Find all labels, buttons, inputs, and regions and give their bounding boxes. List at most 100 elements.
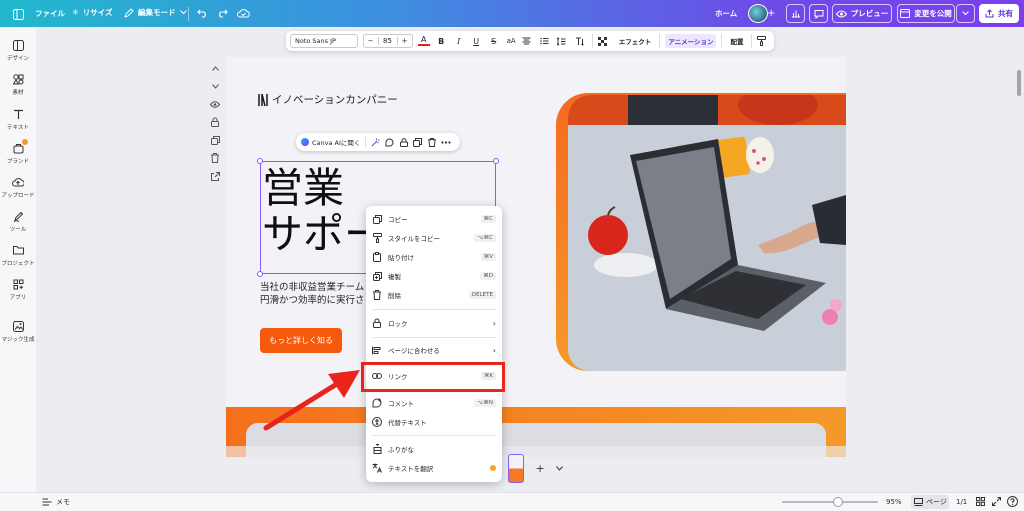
decrease-size-button[interactable]: − bbox=[364, 37, 378, 45]
sidebar-item-brand[interactable]: ブランド bbox=[0, 139, 36, 165]
comments-button[interactable] bbox=[809, 4, 828, 23]
eye-icon[interactable] bbox=[209, 98, 221, 110]
list-icon[interactable] bbox=[540, 37, 552, 45]
fullscreen-icon[interactable] bbox=[992, 497, 1001, 506]
bar-chart-icon bbox=[791, 9, 801, 18]
menu-item-fit-to-page[interactable]: ページに合わせる › bbox=[366, 341, 502, 359]
sidebar-item-apps[interactable]: アプリ bbox=[0, 277, 36, 301]
edit-mode-button[interactable]: 編集モード bbox=[124, 7, 187, 18]
resize-handle[interactable] bbox=[257, 271, 263, 277]
align-center-icon[interactable] bbox=[522, 37, 534, 45]
shortcut-badge: ⌥⌘C bbox=[474, 234, 496, 242]
add-page-icon[interactable]: + bbox=[535, 462, 544, 475]
increase-size-button[interactable]: + bbox=[398, 37, 412, 45]
folder-icon bbox=[11, 243, 25, 257]
resize-handle[interactable] bbox=[257, 158, 263, 164]
chevron-down-icon[interactable] bbox=[209, 80, 221, 92]
comment-add-icon[interactable] bbox=[385, 138, 394, 147]
add-collaborator-icon[interactable]: + bbox=[767, 8, 775, 19]
italic-icon[interactable]: I bbox=[452, 37, 464, 46]
avatar[interactable] bbox=[748, 4, 768, 23]
font-family-dropdown[interactable]: Noto Sans JP bbox=[290, 34, 358, 48]
trash-icon[interactable] bbox=[209, 152, 221, 164]
company-logo[interactable]: イノベーションカンパニー bbox=[258, 92, 398, 107]
home-link[interactable]: ホーム bbox=[715, 8, 737, 19]
help-icon[interactable] bbox=[1007, 496, 1018, 507]
strikethrough-icon[interactable]: S bbox=[487, 37, 499, 46]
context-menu: コピー ⌘C スタイルをコピー ⌥⌘C 貼り付け ⌘V 複製 ⌘D 削除 DEL… bbox=[366, 206, 502, 482]
underline-icon[interactable]: U bbox=[470, 37, 482, 46]
position-button[interactable]: 配置 bbox=[727, 34, 746, 48]
menu-item-translate[interactable]: テキストを翻訳 bbox=[366, 459, 502, 477]
sidebar-item-uploads[interactable]: アップロード bbox=[0, 175, 36, 199]
letter-case-button[interactable]: aA bbox=[505, 37, 517, 45]
logo-text: イノベーションカンパニー bbox=[272, 94, 398, 106]
new-feature-dot bbox=[490, 465, 496, 471]
notes-button[interactable]: メモ bbox=[42, 497, 70, 507]
duplicate-icon[interactable] bbox=[209, 134, 221, 146]
insights-button[interactable] bbox=[786, 4, 805, 23]
file-menu-button[interactable]: ファイル bbox=[35, 8, 65, 19]
pages-button[interactable]: ページ bbox=[911, 495, 949, 509]
shortcut-badge: DELETE bbox=[468, 291, 496, 299]
redo-icon[interactable] bbox=[215, 6, 229, 20]
zoom-level[interactable]: 95% bbox=[886, 498, 902, 506]
menu-item-paste[interactable]: 貼り付け ⌘V bbox=[366, 248, 502, 266]
cloud-saved-icon[interactable] bbox=[236, 6, 250, 20]
font-size-value[interactable]: 85 bbox=[377, 37, 398, 45]
chevron-up-icon[interactable] bbox=[209, 62, 221, 74]
transparency-icon[interactable] bbox=[598, 36, 610, 46]
duplicate-icon bbox=[372, 271, 382, 281]
text-color-icon[interactable]: A bbox=[417, 36, 430, 46]
body-paragraph[interactable]: 当社の非収益営業チーム 円滑かつ効率的に実行さ bbox=[260, 281, 365, 307]
page-thumbnail[interactable] bbox=[508, 454, 524, 483]
undo-icon[interactable] bbox=[195, 6, 209, 20]
sidebar-item-projects[interactable]: プロジェクト bbox=[0, 243, 36, 267]
spacing-icon[interactable] bbox=[557, 36, 569, 46]
preview-button[interactable]: プレビュー bbox=[832, 4, 892, 23]
resize-handle[interactable] bbox=[493, 158, 499, 164]
menu-item-delete[interactable]: 削除 DELETE bbox=[366, 286, 502, 304]
share-button[interactable]: 共有 bbox=[979, 4, 1019, 23]
vertical-text-icon[interactable] bbox=[575, 37, 587, 46]
ask-canva-ai-button[interactable]: Canva AIに聞く bbox=[301, 137, 360, 147]
zoom-slider-track[interactable] bbox=[782, 501, 878, 503]
menu-item-copy[interactable]: コピー ⌘C bbox=[366, 210, 502, 228]
menu-item-comment[interactable]: コメント ⌥⌘N bbox=[366, 394, 502, 412]
sidebar-item-tools[interactable]: ツール bbox=[0, 209, 36, 233]
menu-item-alt-text[interactable]: 代替テキスト bbox=[366, 413, 502, 431]
grid-view-icon[interactable] bbox=[976, 497, 985, 506]
laptop-photo[interactable] bbox=[568, 95, 846, 371]
sidebar-item-text[interactable]: テキスト bbox=[0, 107, 36, 131]
font-size-stepper[interactable]: − 85 + bbox=[362, 34, 413, 48]
animate-button[interactable]: アニメーション bbox=[665, 34, 717, 48]
menu-toggle-button[interactable] bbox=[11, 7, 25, 21]
chevron-down-icon[interactable] bbox=[555, 465, 563, 471]
menu-item-furigana[interactable]: ふりがな bbox=[366, 440, 502, 458]
sidebar-item-magic-media[interactable]: マジック生成 bbox=[0, 319, 36, 343]
publish-button[interactable]: 変更を公開 bbox=[897, 4, 955, 23]
menu-item-lock[interactable]: ロック › bbox=[366, 314, 502, 332]
trash-icon[interactable] bbox=[427, 137, 436, 147]
lock-icon[interactable] bbox=[399, 137, 408, 147]
paint-roller-icon[interactable] bbox=[757, 36, 769, 46]
sidebar-item-elements[interactable]: 素材 bbox=[0, 72, 36, 96]
translate-icon bbox=[372, 463, 382, 473]
duplicate-icon[interactable] bbox=[413, 137, 423, 147]
effects-button[interactable]: エフェクト bbox=[616, 34, 655, 48]
lock-icon[interactable] bbox=[209, 116, 221, 128]
publish-options-button[interactable] bbox=[956, 4, 975, 23]
magic-wand-icon[interactable] bbox=[371, 138, 380, 147]
resize-button[interactable]: ✳ リサイズ bbox=[72, 7, 112, 18]
edit-mode-label: 編集モード bbox=[138, 8, 176, 17]
scrollbar-thumb[interactable] bbox=[1017, 70, 1021, 96]
bold-icon[interactable]: B bbox=[435, 37, 447, 46]
sidebar-item-design[interactable]: デザイン bbox=[0, 38, 36, 62]
more-options-icon[interactable] bbox=[441, 138, 452, 147]
menu-item-duplicate[interactable]: 複製 ⌘D bbox=[366, 267, 502, 285]
zoom-slider-knob[interactable] bbox=[833, 497, 843, 507]
scrollbar-track[interactable] bbox=[1016, 62, 1021, 442]
share-icon[interactable] bbox=[209, 170, 221, 182]
learn-more-button[interactable]: もっと詳しく知る bbox=[260, 328, 342, 353]
menu-item-copy-style[interactable]: スタイルをコピー ⌥⌘C bbox=[366, 229, 502, 247]
